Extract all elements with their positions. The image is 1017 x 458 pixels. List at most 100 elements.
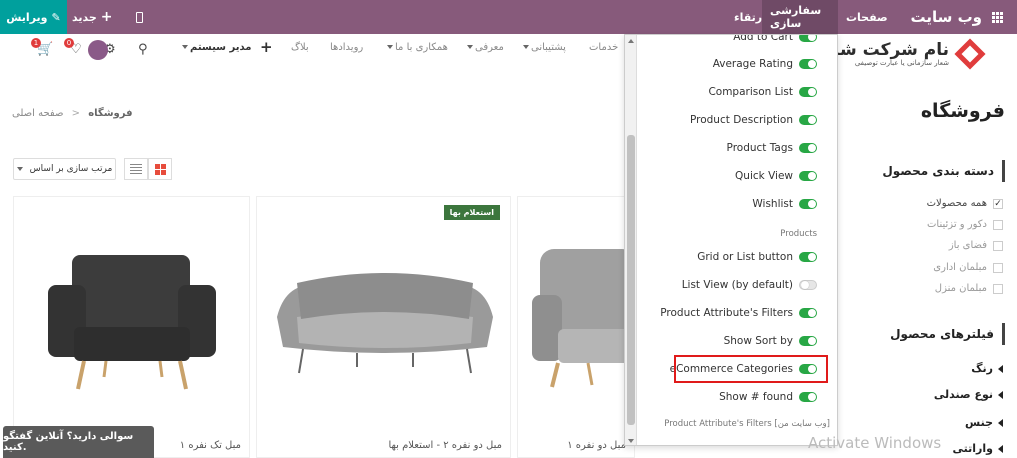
- option-attribute-filters[interactable]: Product Attribute's Filters: [660, 307, 817, 319]
- app-brand[interactable]: وب سایت: [910, 0, 1003, 34]
- categories-heading: دسته بندی محصول: [882, 160, 1005, 182]
- checkbox-icon[interactable]: [993, 240, 1003, 251]
- option-label: Quick View: [735, 170, 793, 182]
- menu-events[interactable]: رویدادها: [330, 42, 363, 53]
- toggle-switch[interactable]: [799, 336, 817, 346]
- scrollbar-thumb[interactable]: [627, 135, 635, 425]
- option-average-rating[interactable]: Average Rating: [713, 58, 817, 70]
- scroll-down-icon[interactable]: [628, 439, 634, 443]
- company-logo[interactable]: نام شرکت شما شعار سازمانی یا عبارت توصیف…: [822, 34, 986, 74]
- scroll-up-icon[interactable]: [628, 39, 634, 43]
- toggle-switch[interactable]: [799, 280, 817, 290]
- filter-label: واراتتی: [952, 442, 993, 455]
- highlight-box: [674, 355, 828, 383]
- color-drop-icon[interactable]: [88, 40, 108, 60]
- add-menu-item-button[interactable]: +: [260, 38, 273, 56]
- menu-intro[interactable]: معرفی: [467, 42, 504, 53]
- grid-view-icon: [154, 163, 166, 175]
- product-card[interactable]: مبل تک نفره ۱: [13, 196, 250, 458]
- category-item[interactable]: مبلمان منزل: [935, 283, 1003, 294]
- toggle-switch[interactable]: [799, 87, 817, 97]
- option-show-found[interactable]: Show # found: [719, 391, 817, 403]
- toggle-switch[interactable]: [799, 115, 817, 125]
- option-list-view-default[interactable]: List View (by default): [682, 279, 817, 291]
- customize-menu[interactable]: سفارشی سازی: [762, 0, 838, 34]
- caret-left-icon: [998, 444, 1003, 453]
- product-card[interactable]: مبل دو نفره ۱: [517, 196, 635, 458]
- toggle-switch[interactable]: [799, 199, 817, 209]
- product-name[interactable]: مبل دو نفره ۲ - استعلام بها: [389, 440, 503, 451]
- checkbox-icon[interactable]: [993, 283, 1003, 294]
- category-item[interactable]: دکور و تزئینات: [927, 219, 1003, 230]
- new-button[interactable]: جدید +: [72, 0, 113, 34]
- logo-subtitle: شعار سازمانی یا عبارت توصیفی: [854, 58, 949, 67]
- product-card[interactable]: استعلام بها مبل دو نفره ۲ - استعلام بها: [256, 196, 511, 458]
- sofa-image: [277, 273, 493, 374]
- chevron-down-icon: [16, 167, 23, 171]
- category-item[interactable]: همه محصولات ✓: [927, 198, 1003, 209]
- product-name[interactable]: مبل تک نفره ۱: [180, 440, 241, 451]
- caret-left-icon: [998, 364, 1003, 373]
- category-label: مبلمان اداری: [933, 262, 987, 273]
- apps-grid-icon[interactable]: [992, 11, 1003, 23]
- toggle-switch[interactable]: [799, 59, 817, 69]
- category-item[interactable]: فضای باز: [949, 240, 1003, 251]
- option-product-description[interactable]: Product Description: [690, 114, 817, 126]
- search-icon[interactable]: ⚲: [138, 42, 148, 57]
- breadcrumb-home[interactable]: صفحه اصلی: [12, 108, 63, 119]
- product-name[interactable]: مبل دو نفره ۱: [567, 440, 626, 451]
- option-product-tags[interactable]: Product Tags: [727, 142, 817, 154]
- menu-services[interactable]: خدمات: [589, 42, 618, 53]
- menu-support[interactable]: پشتیبانی: [523, 42, 566, 53]
- toggle-switch[interactable]: [799, 143, 817, 153]
- option-wishlist[interactable]: Wishlist: [752, 198, 817, 210]
- menu-blog[interactable]: بلاگ: [291, 42, 309, 53]
- option-comparison-list[interactable]: Comparison List: [708, 86, 817, 98]
- live-chat-button[interactable]: سوالی دارید؟ آنلاین گفتگو کنید.: [3, 426, 154, 458]
- dropdown-scrollbar[interactable]: [625, 35, 637, 445]
- pages-menu[interactable]: صفحات: [838, 0, 896, 34]
- toggle-switch[interactable]: [799, 308, 817, 318]
- wishlist-count-badge: 0: [64, 38, 74, 48]
- filter-material[interactable]: جنس: [965, 416, 1003, 429]
- edit-button[interactable]: ویرایش ✎: [0, 0, 67, 34]
- mobile-preview-button[interactable]: [136, 0, 143, 34]
- option-grid-list-button[interactable]: Grid or List button: [697, 251, 817, 263]
- category-label: فضای باز: [948, 240, 987, 251]
- filter-label: نوع صندلی: [933, 388, 993, 401]
- page-title: فروشگاه: [920, 100, 1005, 122]
- filter-chair-type[interactable]: نوع صندلی: [934, 388, 1003, 401]
- chevron-down-icon: [467, 45, 473, 49]
- logo-title: نام شرکت شما: [822, 39, 949, 60]
- filter-color[interactable]: رنگ: [971, 362, 1003, 375]
- category-item[interactable]: مبلمان اداری: [933, 262, 1003, 273]
- list-view-button[interactable]: [124, 158, 148, 180]
- option-label: Show # found: [719, 391, 793, 403]
- edit-label: ویرایش: [6, 10, 48, 24]
- checkbox-checked-icon[interactable]: ✓: [993, 198, 1003, 209]
- option-quick-view[interactable]: Quick View: [735, 170, 817, 182]
- mobile-icon: [136, 11, 143, 23]
- sort-by-dropdown[interactable]: مرتب سازی بر اساس: [13, 158, 116, 180]
- loveseat-image: [532, 249, 634, 388]
- new-label: جدید: [72, 10, 97, 24]
- toggle-switch[interactable]: [799, 392, 817, 402]
- menu-partner[interactable]: همکاری با ما: [387, 42, 448, 53]
- filter-variant[interactable]: واراتتی: [953, 442, 1003, 455]
- toggle-switch[interactable]: [799, 252, 817, 262]
- toggle-switch[interactable]: [799, 35, 817, 42]
- caret-left-icon: [998, 390, 1003, 399]
- option-add-to-cart[interactable]: Add to Cart: [733, 35, 817, 43]
- checkbox-icon[interactable]: [993, 219, 1003, 230]
- breadcrumb-separator: <: [71, 108, 81, 119]
- user-menu[interactable]: مدیر سیستم: [182, 42, 251, 53]
- product-ribbon: استعلام بها: [443, 205, 500, 220]
- os-watermark: Activate Windows: [808, 434, 942, 452]
- list-view-icon: [130, 164, 142, 174]
- grid-view-button[interactable]: [148, 158, 172, 180]
- category-label: همه محصولات: [926, 198, 987, 209]
- toggle-switch[interactable]: [799, 171, 817, 181]
- checkbox-icon[interactable]: [993, 262, 1003, 273]
- site-header: نام شرکت شما شعار سازمانی یا عبارت توصیف…: [0, 34, 1017, 74]
- option-show-sort-by[interactable]: Show Sort by: [724, 335, 817, 347]
